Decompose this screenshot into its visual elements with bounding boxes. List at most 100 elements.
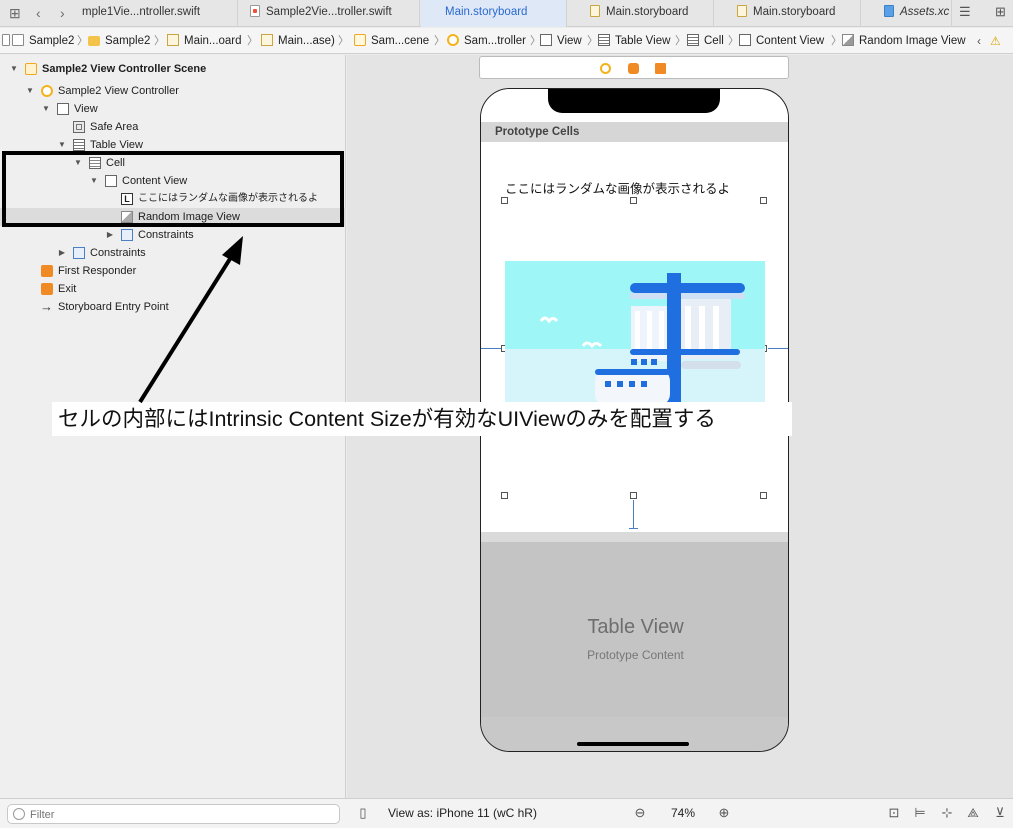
outline-item-view[interactable]: ▼ View <box>0 100 346 118</box>
zoom-level[interactable]: 74% <box>671 799 695 828</box>
table-view-title: Table View <box>587 616 684 638</box>
crumb-view-controller[interactable]: Sam...troller <box>447 28 526 53</box>
tab-label: mple1Vie...ntroller.swift <box>82 6 201 18</box>
view-controller-icon <box>447 34 459 46</box>
view-as-device[interactable]: View as: iPhone 11 (wC hR) <box>388 799 537 828</box>
resize-handle[interactable] <box>630 492 637 499</box>
editor-options-icon[interactable]: ☰ <box>959 4 971 20</box>
zoom-in-icon[interactable]: ⊕ <box>717 806 731 820</box>
update-frames-icon[interactable]: ⊡ <box>887 806 901 820</box>
tab-label: Assets.xc <box>900 6 950 18</box>
chevron-right-icon: 〉 <box>728 35 739 47</box>
view-icon <box>739 34 751 46</box>
crumb-project[interactable]: Sample2 <box>12 28 75 53</box>
toggle-outline-icon[interactable]: ▯ <box>356 806 370 820</box>
crumb-storyboard[interactable]: Main...oard <box>167 28 242 53</box>
notch <box>548 89 720 113</box>
folder-icon <box>88 36 100 46</box>
add-constraints-icon[interactable]: ⊹ <box>940 806 954 820</box>
cell-label[interactable]: ここにはランダムな画像が表示されるよ <box>505 178 730 197</box>
first-responder-icon <box>41 265 53 277</box>
back-arrow-icon[interactable]: ‹ <box>36 5 41 21</box>
embed-in-icon[interactable]: ⊻ <box>993 806 1007 820</box>
prototype-content-label: Prototype Content <box>587 648 684 662</box>
crumb-label: Sam...cene <box>371 35 430 47</box>
outline-label: Sample2 View Controller Scene <box>42 63 207 75</box>
outline-item-entry-point[interactable]: → Storyboard Entry Point <box>0 298 346 316</box>
jump-bar: Sample2 〉 Sample2 〉 Main...oard 〉 Main..… <box>0 28 1013 54</box>
tab-sample2-controller[interactable]: Sample2Vie...troller.swift <box>240 0 420 27</box>
view-controller-icon[interactable] <box>600 63 611 74</box>
forward-arrow-icon[interactable]: › <box>60 5 65 21</box>
view-icon <box>540 34 552 46</box>
outline-item-scene[interactable]: ▼ Sample2 View Controller Scene <box>0 60 346 78</box>
align-icon[interactable]: ⊨ <box>913 806 927 820</box>
storyboard-file-icon <box>590 5 600 17</box>
disclosure-triangle-collapsed-icon[interactable]: ▶ <box>105 226 115 244</box>
view-icon <box>57 103 69 115</box>
resize-handle[interactable] <box>501 492 508 499</box>
outline-item-constraints-outer[interactable]: ▶ Constraints <box>0 244 346 262</box>
chevron-right-icon: 〉 <box>434 35 445 47</box>
tab-label: Sample2Vie...troller.swift <box>266 6 392 18</box>
crumb-random-image-view[interactable]: Random Image View <box>842 28 966 53</box>
crumb-table-view[interactable]: Table View <box>598 28 670 53</box>
crumb-scene[interactable]: Sam...cene <box>354 28 430 53</box>
crumb-cell[interactable]: Cell <box>687 28 724 53</box>
building-illustration <box>505 261 765 406</box>
tab-label: Main.storyboard <box>606 6 689 18</box>
annotation-caption: セルの内部にはIntrinsic Content Sizeが有効なUIViewの… <box>52 402 792 436</box>
crumb-label: Sample2 <box>29 35 75 47</box>
crumb-label: Random Image View <box>859 35 966 47</box>
filter-field[interactable] <box>7 804 340 824</box>
disclosure-triangle-icon[interactable]: ▼ <box>25 82 35 100</box>
prototype-cell[interactable]: ここにはランダムな画像が表示されるよ <box>481 142 788 532</box>
warning-icon[interactable]: ⚠ <box>990 28 1001 53</box>
outline-label: Storyboard Entry Point <box>58 301 169 313</box>
outline-label: First Responder <box>58 265 137 277</box>
zoom-out-icon[interactable]: ⊖ <box>633 806 647 820</box>
filter-input[interactable] <box>30 807 330 822</box>
constraint-bottom[interactable] <box>633 500 634 528</box>
tab-bar: ⊞ ‹ › mple1Vie...ntroller.swift Sample2V… <box>0 0 1013 27</box>
crumb-storyboard-base[interactable]: Main...ase) <box>261 28 335 53</box>
outline-item-first-responder[interactable]: First Responder <box>0 262 346 280</box>
outline-item-constraints-inner[interactable]: ▶ Constraints <box>0 226 346 244</box>
constraint-leading[interactable] <box>481 348 501 349</box>
resize-handle[interactable] <box>630 197 637 204</box>
outline-item-safe-area[interactable]: Safe Area <box>0 118 346 136</box>
chevron-right-icon: 〉 <box>675 35 686 47</box>
resolve-layout-icon[interactable]: ⟁ <box>966 806 980 820</box>
view-controller-icon <box>41 85 53 97</box>
disclosure-triangle-icon[interactable]: ▼ <box>41 100 51 118</box>
chevron-left-icon[interactable]: ‹ <box>977 28 981 53</box>
crumb-label: Content View <box>756 35 825 47</box>
exit-icon[interactable] <box>655 63 666 74</box>
outline-item-view-controller[interactable]: ▼ Sample2 View Controller <box>0 82 346 100</box>
tab-main-storyboard[interactable]: Main.storyboard <box>715 0 861 27</box>
tab-main-storyboard[interactable]: Main.storyboard <box>568 0 714 27</box>
disclosure-triangle-collapsed-icon[interactable]: ▶ <box>57 244 67 262</box>
resize-handle[interactable] <box>501 197 508 204</box>
tab-label: Main.storyboard <box>753 6 836 18</box>
constraint-trailing[interactable] <box>768 348 788 349</box>
crumb-label: Main...ase) <box>278 35 335 47</box>
disclosure-triangle-icon[interactable]: ▼ <box>9 60 19 78</box>
add-editor-icon[interactable]: ⊞ <box>995 4 1006 20</box>
tab-main-storyboard-active[interactable]: Main.storyboard <box>421 0 567 27</box>
outline-item-exit[interactable]: Exit <box>0 280 346 298</box>
crumb-content-view[interactable]: Content View <box>739 28 825 53</box>
resize-handle[interactable] <box>760 197 767 204</box>
first-responder-icon[interactable] <box>628 63 639 74</box>
random-image-view[interactable] <box>505 261 765 406</box>
grid-icon[interactable]: ⊞ <box>9 5 21 22</box>
crumb-folder[interactable]: Sample2 <box>88 28 150 53</box>
resize-handle[interactable] <box>760 492 767 499</box>
outline-label: Safe Area <box>90 121 139 133</box>
crumb-view[interactable]: View <box>540 28 582 53</box>
tab-assets[interactable]: Assets.xc <box>862 0 952 27</box>
outline-label: Constraints <box>138 229 194 241</box>
tab-sample1-controller[interactable]: mple1Vie...ntroller.swift <box>78 0 238 27</box>
cell-icon <box>687 34 699 46</box>
home-area <box>481 717 788 751</box>
